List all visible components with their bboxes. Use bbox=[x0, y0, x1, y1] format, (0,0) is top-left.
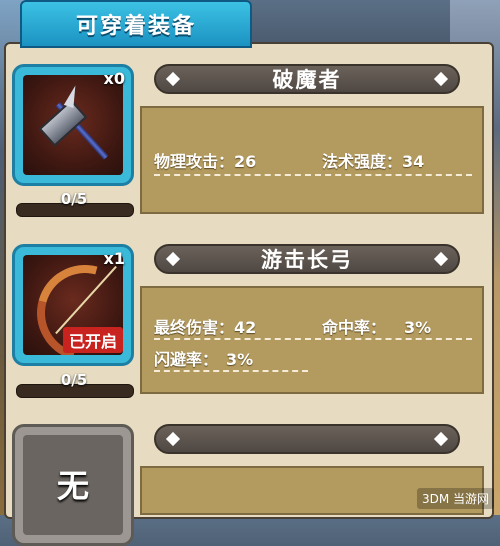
divider-dashed bbox=[154, 370, 308, 372]
item-name-bar: 破魔者 bbox=[154, 64, 460, 94]
stat-physical-attack: 物理攻击：26 bbox=[154, 152, 257, 171]
unlocked-badge: 已开启 bbox=[62, 327, 123, 353]
diamond-icon bbox=[433, 251, 449, 267]
item-progress-label: 0/5 bbox=[60, 190, 88, 208]
item-name-bar: 游击长弓 bbox=[154, 244, 460, 274]
diamond-icon bbox=[433, 431, 449, 447]
item-count: x1 bbox=[103, 249, 125, 268]
item-stats-box: 物理攻击：26 法术强度：34 bbox=[140, 106, 484, 214]
stat-hit-rate: 命中率： 3% bbox=[322, 318, 432, 337]
diamond-icon bbox=[433, 71, 449, 87]
diamond-icon bbox=[165, 431, 181, 447]
item-stats-box: 最终伤害：42 命中率： 3% 闪避率： 3% bbox=[140, 286, 484, 394]
divider-dashed bbox=[154, 338, 472, 340]
watermark: 3DM 当游网 bbox=[416, 488, 494, 509]
stat-spell-power: 法术强度：34 bbox=[322, 152, 425, 171]
item-name-bar bbox=[154, 424, 460, 454]
panel-header: 可穿着装备 bbox=[20, 0, 252, 48]
item-count: x0 bbox=[103, 69, 125, 88]
stat-dodge-rate: 闪避率： 3% bbox=[154, 350, 254, 369]
item-name: 游击长弓 bbox=[261, 248, 353, 272]
item-card-longbow[interactable]: x1 已开启 bbox=[12, 244, 134, 366]
war-hammer-icon bbox=[23, 75, 123, 175]
diamond-icon bbox=[165, 71, 181, 87]
item-name: 破魔者 bbox=[272, 68, 342, 92]
divider-dashed bbox=[154, 174, 472, 176]
item-progress-label: 0/5 bbox=[60, 371, 88, 389]
stat-final-damage: 最终伤害：42 bbox=[154, 318, 257, 337]
diamond-icon bbox=[165, 251, 181, 267]
item-card-empty[interactable]: 无 bbox=[12, 424, 134, 546]
empty-slot-label: 无 bbox=[56, 467, 89, 505]
item-card-hammer[interactable]: x0 bbox=[12, 64, 134, 186]
header-title: 可穿着装备 bbox=[75, 14, 196, 39]
